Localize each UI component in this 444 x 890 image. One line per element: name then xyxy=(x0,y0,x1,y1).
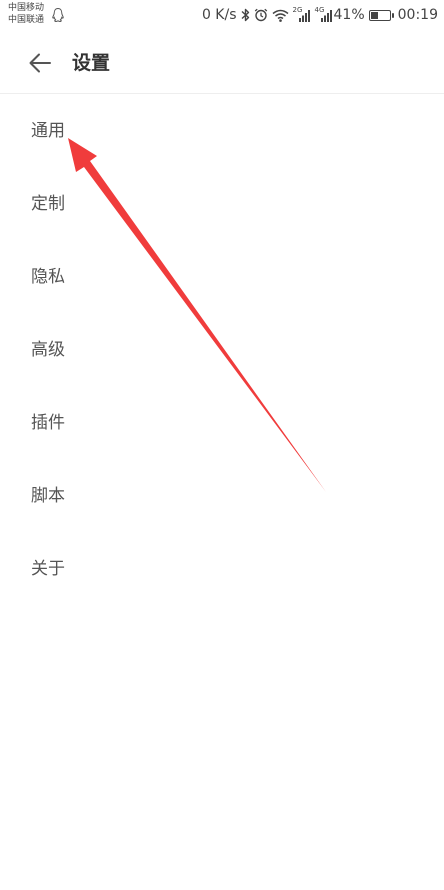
status-indicators: 0 K/s 2G 4G 41% 00:19 xyxy=(198,5,438,25)
menu-item-label: 插件 xyxy=(31,413,65,433)
net-speed-label: 0 K/s xyxy=(201,7,237,23)
menu-item-advanced[interactable]: 高级 xyxy=(0,313,444,386)
battery-icon xyxy=(368,9,394,21)
menu-item-privacy[interactable]: 隐私 xyxy=(0,240,444,313)
alarm-icon xyxy=(254,8,268,22)
carrier-info: 中国移动 中国联通 xyxy=(8,2,44,26)
menu-item-label: 关于 xyxy=(31,559,65,579)
carrier-2-label: 中国联通 xyxy=(8,15,45,25)
menu-item-general[interactable]: 通用 xyxy=(0,94,444,167)
battery-level-fill xyxy=(370,11,378,19)
menu-item-label: 通用 xyxy=(31,121,65,141)
battery-percent-label: 41% xyxy=(333,7,365,23)
menu-item-customize[interactable]: 定制 xyxy=(0,167,444,240)
wifi-icon xyxy=(272,9,289,22)
menu-item-label: 隐私 xyxy=(31,267,65,287)
sim2-network-label: 4G xyxy=(314,6,325,14)
status-bar: 中国移动 中国联通 0 K/s 2G 4G 41% 00:19 xyxy=(0,0,444,32)
back-button[interactable] xyxy=(26,48,56,78)
page-title: 设置 xyxy=(72,52,111,74)
bluetooth-icon xyxy=(241,8,250,22)
arrow-left-icon xyxy=(29,53,51,73)
menu-item-about[interactable]: 关于 xyxy=(0,532,444,605)
clock-label: 00:19 xyxy=(397,7,438,23)
menu-item-label: 高级 xyxy=(31,340,65,360)
menu-item-plugins[interactable]: 插件 xyxy=(0,386,444,459)
carrier-1-label: 中国移动 xyxy=(8,3,45,13)
signal-icon-2: 4G xyxy=(314,6,333,22)
signal-icon: 2G xyxy=(292,6,311,22)
app-header: 设置 xyxy=(0,32,444,94)
menu-item-scripts[interactable]: 脚本 xyxy=(0,459,444,532)
sim1-network-label: 2G xyxy=(292,6,303,14)
qq-icon xyxy=(51,7,65,23)
menu-item-label: 定制 xyxy=(31,194,65,214)
menu-item-label: 脚本 xyxy=(31,486,65,506)
